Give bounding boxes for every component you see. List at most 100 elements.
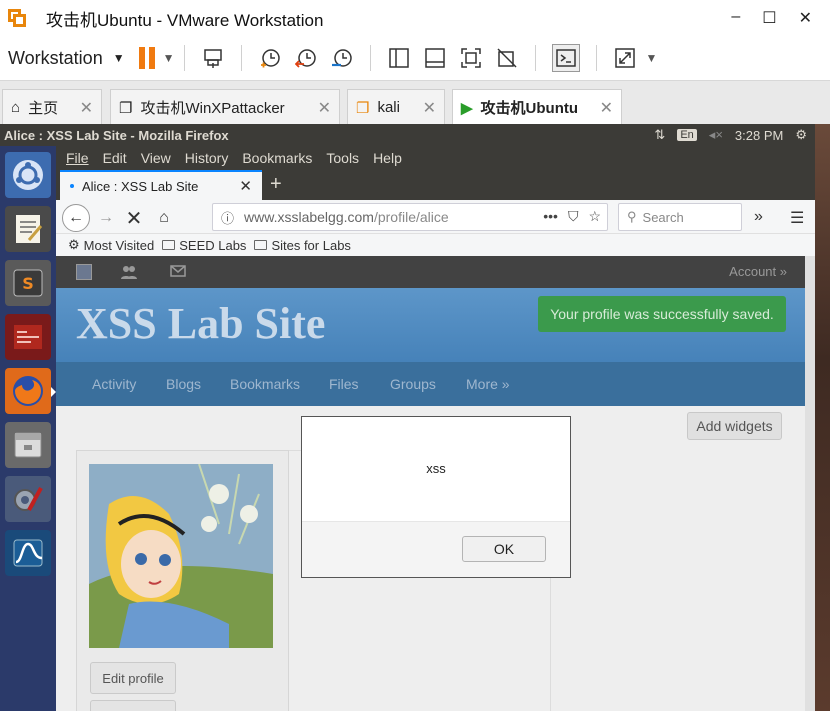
maximize-button[interactable]: ☐ xyxy=(762,8,776,28)
back-icon[interactable]: ← xyxy=(62,204,90,232)
folder-icon xyxy=(162,240,176,250)
hamburger-menu-icon[interactable]: ☰ xyxy=(790,208,804,228)
terminal-app-icon[interactable] xyxy=(5,314,51,360)
desktop-background xyxy=(815,124,830,711)
home-icon: ⌂ xyxy=(11,99,21,116)
vm-icon: ❐ xyxy=(119,99,133,117)
search-input[interactable]: ⚲ Search xyxy=(618,203,742,231)
tab-kali[interactable]: ❐ kali ✕ xyxy=(347,89,445,125)
tab-close-icon[interactable]: ✕ xyxy=(318,98,331,118)
menu-file[interactable]: File xyxy=(66,150,89,166)
new-tab-button[interactable]: + xyxy=(270,173,282,196)
firefox-navbar: ← → ✕ ⌂ ⓘ www.xsslabelgg.com/profile/ali… xyxy=(56,200,815,234)
thumbnail-bar-icon[interactable] xyxy=(423,46,447,70)
browser-tab-title: Alice : XSS Lab Site xyxy=(82,178,199,194)
search-placeholder: Search xyxy=(642,209,684,225)
sublime-text-icon[interactable]: S xyxy=(5,260,51,306)
url-path: /profile/alice xyxy=(373,209,449,225)
tab-home[interactable]: ⌂ 主页 ✕ xyxy=(2,89,102,125)
messages-icon[interactable] xyxy=(170,264,186,280)
tab-ubuntu[interactable]: ▶ 攻击机Ubuntu ✕ xyxy=(452,89,622,125)
wireshark-icon[interactable] xyxy=(5,530,51,576)
ubuntu-panel: Alice : XSS Lab Site - Mozilla Firefox ⇅… xyxy=(0,124,815,146)
alert-message: xss xyxy=(426,461,446,476)
network-icon[interactable]: ⇅ xyxy=(654,127,665,143)
nav-blogs[interactable]: Blogs xyxy=(166,376,201,392)
snapshot-manager-icon[interactable] xyxy=(330,46,354,70)
stretch-guest-icon[interactable] xyxy=(613,46,637,70)
bookmark-seed-labs[interactable]: SEED Labs xyxy=(162,238,246,253)
menu-help[interactable]: Help xyxy=(373,150,402,166)
send-ctrl-alt-del-icon[interactable] xyxy=(201,46,225,70)
tab-close-icon[interactable]: ✕ xyxy=(423,98,436,118)
elgg-logo-icon[interactable] xyxy=(76,264,92,280)
menu-view[interactable]: View xyxy=(141,150,171,166)
workstation-menu[interactable]: Workstation xyxy=(8,48,103,69)
menu-edit[interactable]: Edit xyxy=(103,150,127,166)
edit-avatar-button[interactable] xyxy=(90,700,176,711)
keyboard-layout-indicator[interactable]: En xyxy=(677,129,697,141)
firefox-menubar: File Edit View History Bookmarks Tools H… xyxy=(56,146,815,170)
tab-winxpattacker[interactable]: ❐ 攻击机WinXPattacker ✕ xyxy=(110,89,340,125)
vmware-tab-bar: ⌂ 主页 ✕ ❐ 攻击机WinXPattacker ✕ ❐ kali ✕ ▶ 攻… xyxy=(0,80,830,125)
nav-files[interactable]: Files xyxy=(329,376,359,392)
stretch-dropdown-icon[interactable]: ▼ xyxy=(645,51,657,65)
firefox-icon[interactable] xyxy=(5,368,51,414)
console-view-icon[interactable] xyxy=(552,44,581,72)
page-actions-icon[interactable]: ••• xyxy=(543,208,558,225)
success-message[interactable]: Your profile was successfully saved. xyxy=(538,296,786,332)
tab-close-icon[interactable]: ✕ xyxy=(80,98,93,118)
close-button[interactable]: ✕ xyxy=(799,8,812,28)
nav-groups[interactable]: Groups xyxy=(390,376,436,392)
account-menu[interactable]: Account » xyxy=(729,264,787,279)
add-widgets-button[interactable]: Add widgets xyxy=(687,412,782,440)
pocket-icon[interactable]: ⛉ xyxy=(568,208,579,225)
revert-snapshot-icon[interactable] xyxy=(294,46,318,70)
unity-icon[interactable] xyxy=(495,46,519,70)
vmware-logo-icon xyxy=(6,7,28,29)
sidebar-view-icon[interactable] xyxy=(387,46,411,70)
tab-close-icon[interactable]: ✕ xyxy=(600,98,613,118)
nav-activity[interactable]: Activity xyxy=(92,376,136,392)
pause-dropdown-icon[interactable]: ▼ xyxy=(163,51,175,65)
avatar[interactable] xyxy=(89,464,273,648)
ok-button[interactable]: OK xyxy=(462,536,546,562)
clock[interactable]: 3:28 PM xyxy=(735,128,783,143)
minimize-button[interactable]: – xyxy=(731,8,740,28)
nav-more[interactable]: More » xyxy=(466,376,510,392)
ubuntu-window-title: Alice : XSS Lab Site - Mozilla Firefox xyxy=(4,127,229,143)
volume-icon[interactable]: ◂× xyxy=(709,127,723,143)
gear-icon[interactable]: ⚙ xyxy=(795,127,807,143)
text-editor-icon[interactable] xyxy=(5,206,51,252)
page-scrollbar[interactable] xyxy=(805,256,815,711)
pause-icon[interactable] xyxy=(138,47,155,69)
dash-icon[interactable] xyxy=(5,152,51,198)
menu-history[interactable]: History xyxy=(185,150,229,166)
system-settings-icon[interactable] xyxy=(5,476,51,522)
browser-tab[interactable]: Alice : XSS Lab Site ✕ xyxy=(60,170,262,200)
tab-close-icon[interactable]: ✕ xyxy=(239,177,252,195)
bookmark-sites-for-labs[interactable]: Sites for Labs xyxy=(254,238,351,253)
folder-icon xyxy=(254,240,268,250)
friends-icon[interactable] xyxy=(120,264,137,280)
menu-bookmarks[interactable]: Bookmarks xyxy=(242,150,312,166)
site-title[interactable]: XSS Lab Site xyxy=(76,298,325,349)
bookmark-star-icon[interactable]: ☆ xyxy=(588,208,601,225)
home-icon[interactable]: ⌂ xyxy=(150,204,178,232)
bookmarks-toolbar: ⚙ Most Visited SEED Labs Sites for Labs xyxy=(56,234,815,256)
stop-icon[interactable]: ✕ xyxy=(120,204,148,232)
workstation-dropdown-icon[interactable]: ▼ xyxy=(113,51,125,65)
vmware-window-title: 攻击机Ubuntu - VMware Workstation xyxy=(46,10,324,30)
bookmark-most-visited[interactable]: ⚙ Most Visited xyxy=(68,237,154,253)
overflow-menu-icon[interactable]: » xyxy=(754,208,763,226)
nav-bookmarks[interactable]: Bookmarks xyxy=(230,376,300,392)
fullscreen-icon[interactable] xyxy=(459,46,483,70)
site-info-icon[interactable]: ⓘ xyxy=(221,208,234,227)
files-icon[interactable] xyxy=(5,422,51,468)
snapshot-icon[interactable] xyxy=(258,46,282,70)
edit-profile-button[interactable]: Edit profile xyxy=(90,662,176,694)
url-bar[interactable]: ⓘ www.xsslabelgg.com/profile/alice ••• ⛉… xyxy=(212,203,608,231)
menu-tools[interactable]: Tools xyxy=(326,150,359,166)
forward-icon[interactable]: → xyxy=(92,204,120,232)
vmware-titlebar: 攻击机Ubuntu - VMware Workstation – ☐ ✕ xyxy=(0,0,830,36)
